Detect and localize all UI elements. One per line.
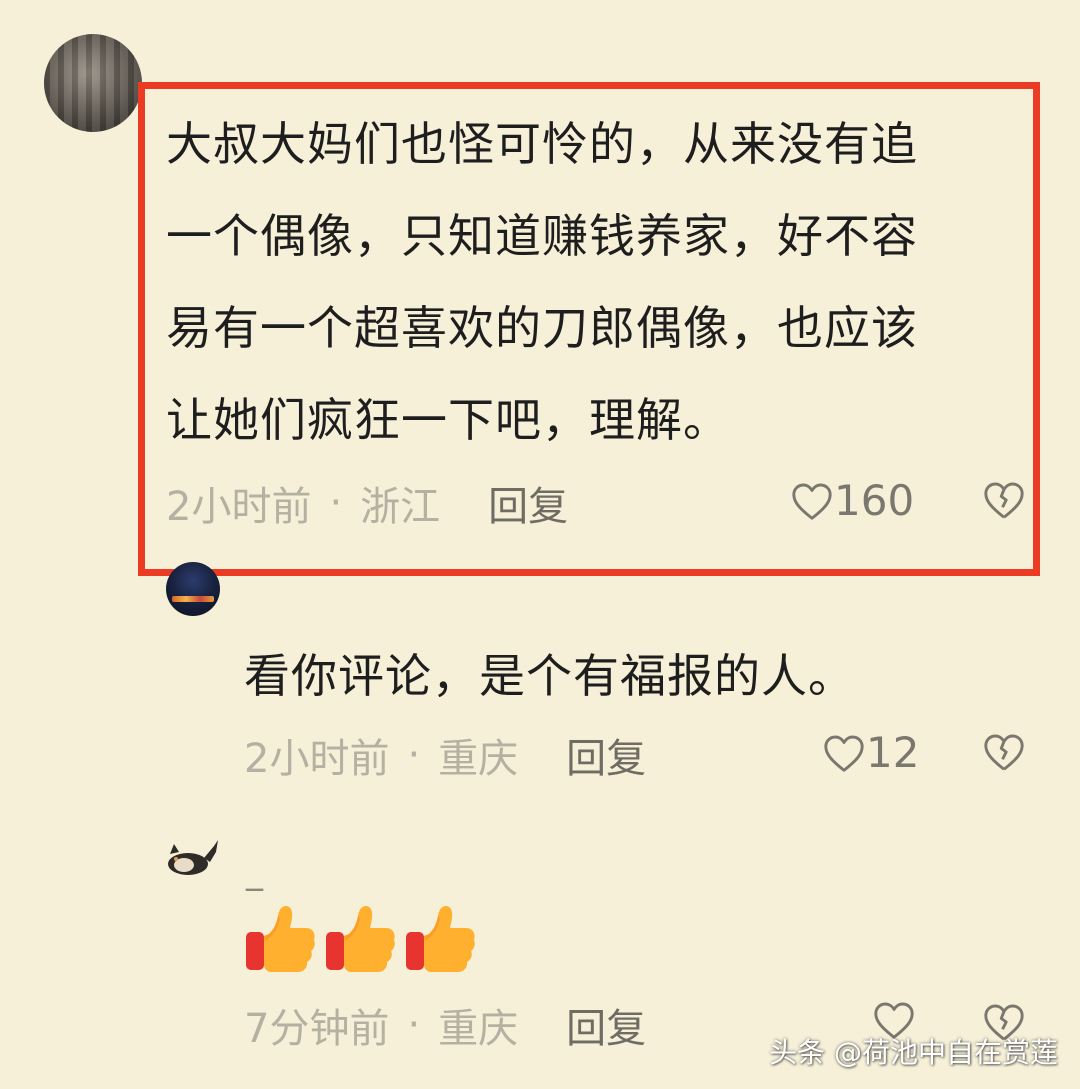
thumbs-up-icon	[324, 900, 398, 980]
comment-line: 让她们疯狂一下吧，理解。	[166, 393, 730, 447]
reply2-username[interactable]: _	[246, 852, 263, 892]
meta-separator: ·	[329, 480, 343, 526]
reply1-location: 重庆	[438, 736, 519, 782]
reply2-meta: 7分钟前 · 重庆 回复	[244, 996, 646, 1054]
dislike-button[interactable]	[982, 480, 1026, 520]
comment-line: 大叔大妈们也怪可怜的，从来没有追	[166, 117, 918, 171]
heart-icon	[822, 733, 866, 773]
meta-separator: ·	[407, 732, 421, 778]
reply2-location: 重庆	[438, 1006, 519, 1052]
comment-line: 易有一个超喜欢的刀郎偶像，也应该	[166, 301, 918, 355]
reply1-dislike-button[interactable]	[982, 732, 1026, 772]
reply2-emoji-row	[244, 900, 478, 980]
commenter-avatar[interactable]	[44, 34, 142, 132]
main-comment-meta: 2小时前 · 浙江 回复	[166, 474, 568, 532]
main-comment-text: 大叔大妈们也怪可怜的，从来没有追 一个偶像，只知道赚钱养家，好不容 易有一个超喜…	[166, 98, 1026, 466]
reply1-text: 看你评论，是个有福报的人。	[244, 649, 855, 703]
watermark: 头条 @荷池中自在赏莲	[769, 1036, 1058, 1069]
comment-line: 一个偶像，只知道赚钱养家，好不容	[166, 209, 918, 263]
broken-heart-icon	[982, 480, 1026, 520]
comment-location: 浙江	[360, 484, 441, 530]
reply-button[interactable]: 回复	[488, 474, 568, 532]
reply2-reply-button[interactable]: 回复	[566, 996, 646, 1054]
reply1-reply-button[interactable]: 回复	[566, 726, 646, 784]
like-count: 12	[866, 728, 920, 777]
reply1-time: 2小时前	[244, 736, 390, 782]
reply1-meta: 2小时前 · 重庆 回复	[244, 726, 646, 784]
heart-icon	[790, 481, 834, 521]
thumbs-up-icon	[244, 900, 318, 980]
reply1-like-button[interactable]: 12	[822, 728, 919, 777]
like-count: 160	[834, 476, 915, 525]
reply2-avatar[interactable]	[164, 832, 222, 880]
like-button[interactable]: 160	[790, 476, 914, 525]
reply2-time: 7分钟前	[244, 1006, 390, 1052]
broken-heart-icon	[982, 732, 1026, 772]
reply1-avatar[interactable]	[166, 562, 220, 616]
comment-time: 2小时前	[166, 484, 312, 530]
meta-separator: ·	[407, 1002, 421, 1048]
thumbs-up-icon	[404, 900, 478, 980]
